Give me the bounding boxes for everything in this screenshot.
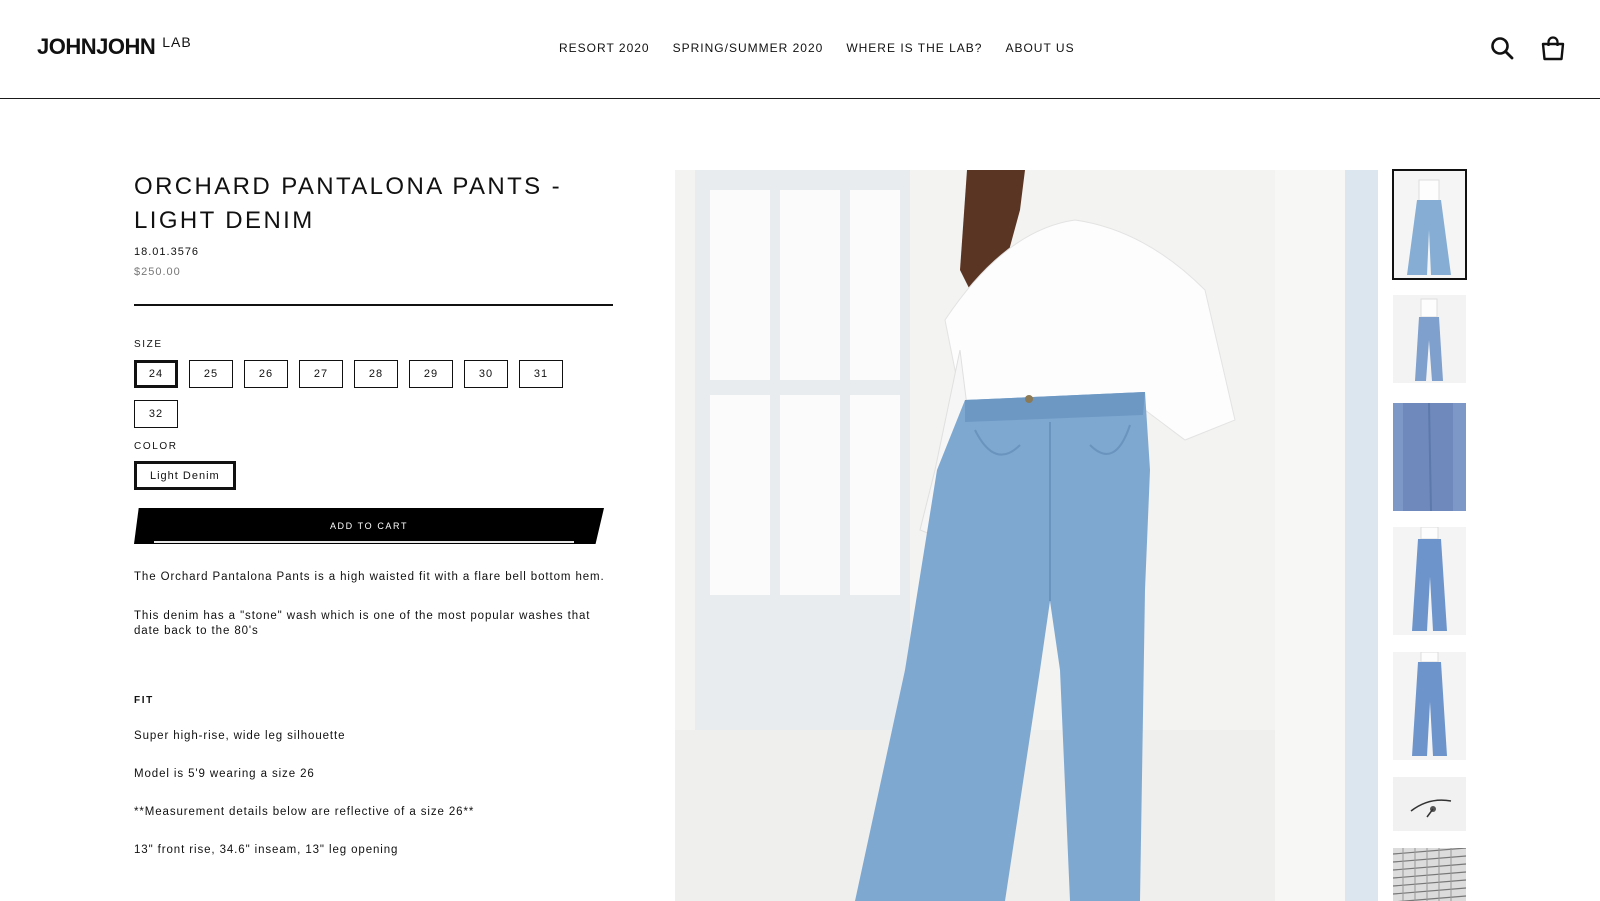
product-main-image[interactable] [675, 170, 1378, 901]
size-option-32[interactable]: 32 [134, 400, 178, 428]
product-thumbnail[interactable] [1393, 777, 1466, 831]
size-option-25[interactable]: 25 [189, 360, 233, 388]
logo-text: JOHNJOHN [37, 34, 156, 59]
product-sku: 18.01.3576 [134, 246, 200, 258]
product-description: This denim has a "stone" wash which is o… [134, 610, 591, 637]
product-thumbnail[interactable] [1392, 169, 1467, 280]
product-thumbnail[interactable] [1393, 527, 1466, 635]
product-thumbnail[interactable] [1393, 403, 1466, 511]
product-thumbnail[interactable] [1393, 848, 1466, 901]
product-title: ORCHARD PANTALONA PANTS - LIGHT DENIM [134, 173, 563, 234]
product-thumbnail[interactable] [1393, 652, 1466, 760]
logo[interactable]: JOHNJOHN LAB [37, 34, 192, 59]
nav-link-where-is-the-lab[interactable]: WHERE IS THE LAB? [846, 41, 982, 55]
nav-link-spring-summer-2020[interactable]: SPRING/SUMMER 2020 [673, 41, 824, 55]
color-option-light-denim[interactable]: Light Denim [134, 461, 236, 490]
size-option-28[interactable]: 28 [354, 360, 398, 388]
site-header: JOHNJOHN LAB RESORT 2020 SPRING/SUMMER 2… [0, 0, 1600, 99]
search-icon[interactable] [1489, 35, 1515, 61]
fit-detail: 13" front rise, 34.6" inseam, 13" leg op… [134, 844, 399, 856]
product-thumbnail[interactable] [1393, 295, 1466, 383]
size-label: SIZE [134, 339, 163, 350]
add-to-cart-label: ADD TO CART [329, 521, 409, 531]
nav-link-about-us[interactable]: ABOUT US [1005, 41, 1074, 55]
color-label: COLOR [134, 441, 178, 452]
size-options: 24 25 26 27 28 29 30 31 32 [134, 360, 584, 440]
size-option-24[interactable]: 24 [134, 360, 178, 388]
size-option-31[interactable]: 31 [519, 360, 563, 388]
main-nav: RESORT 2020 SPRING/SUMMER 2020 WHERE IS … [559, 41, 1075, 55]
nav-link-resort-2020[interactable]: RESORT 2020 [559, 41, 650, 55]
fit-detail: **Measurement details below are reflecti… [134, 806, 475, 818]
cart-icon[interactable] [1540, 35, 1566, 61]
size-option-26[interactable]: 26 [244, 360, 288, 388]
add-to-cart-button[interactable]: ADD TO CART [134, 508, 604, 544]
product-info: ORCHARD PANTALONA PANTS - LIGHT DENIM 18… [134, 170, 614, 858]
fit-detail: Model is 5'9 wearing a size 26 [134, 768, 315, 780]
size-option-30[interactable]: 30 [464, 360, 508, 388]
fit-detail: Super high-rise, wide leg silhouette [134, 730, 346, 742]
divider [134, 304, 613, 306]
size-option-27[interactable]: 27 [299, 360, 343, 388]
size-option-29[interactable]: 29 [409, 360, 453, 388]
fit-heading: FIT [134, 695, 154, 706]
logo-sub-text: LAB [162, 34, 192, 50]
product-price: $250.00 [134, 266, 181, 278]
product-description: The Orchard Pantalona Pants is a high wa… [134, 571, 605, 583]
